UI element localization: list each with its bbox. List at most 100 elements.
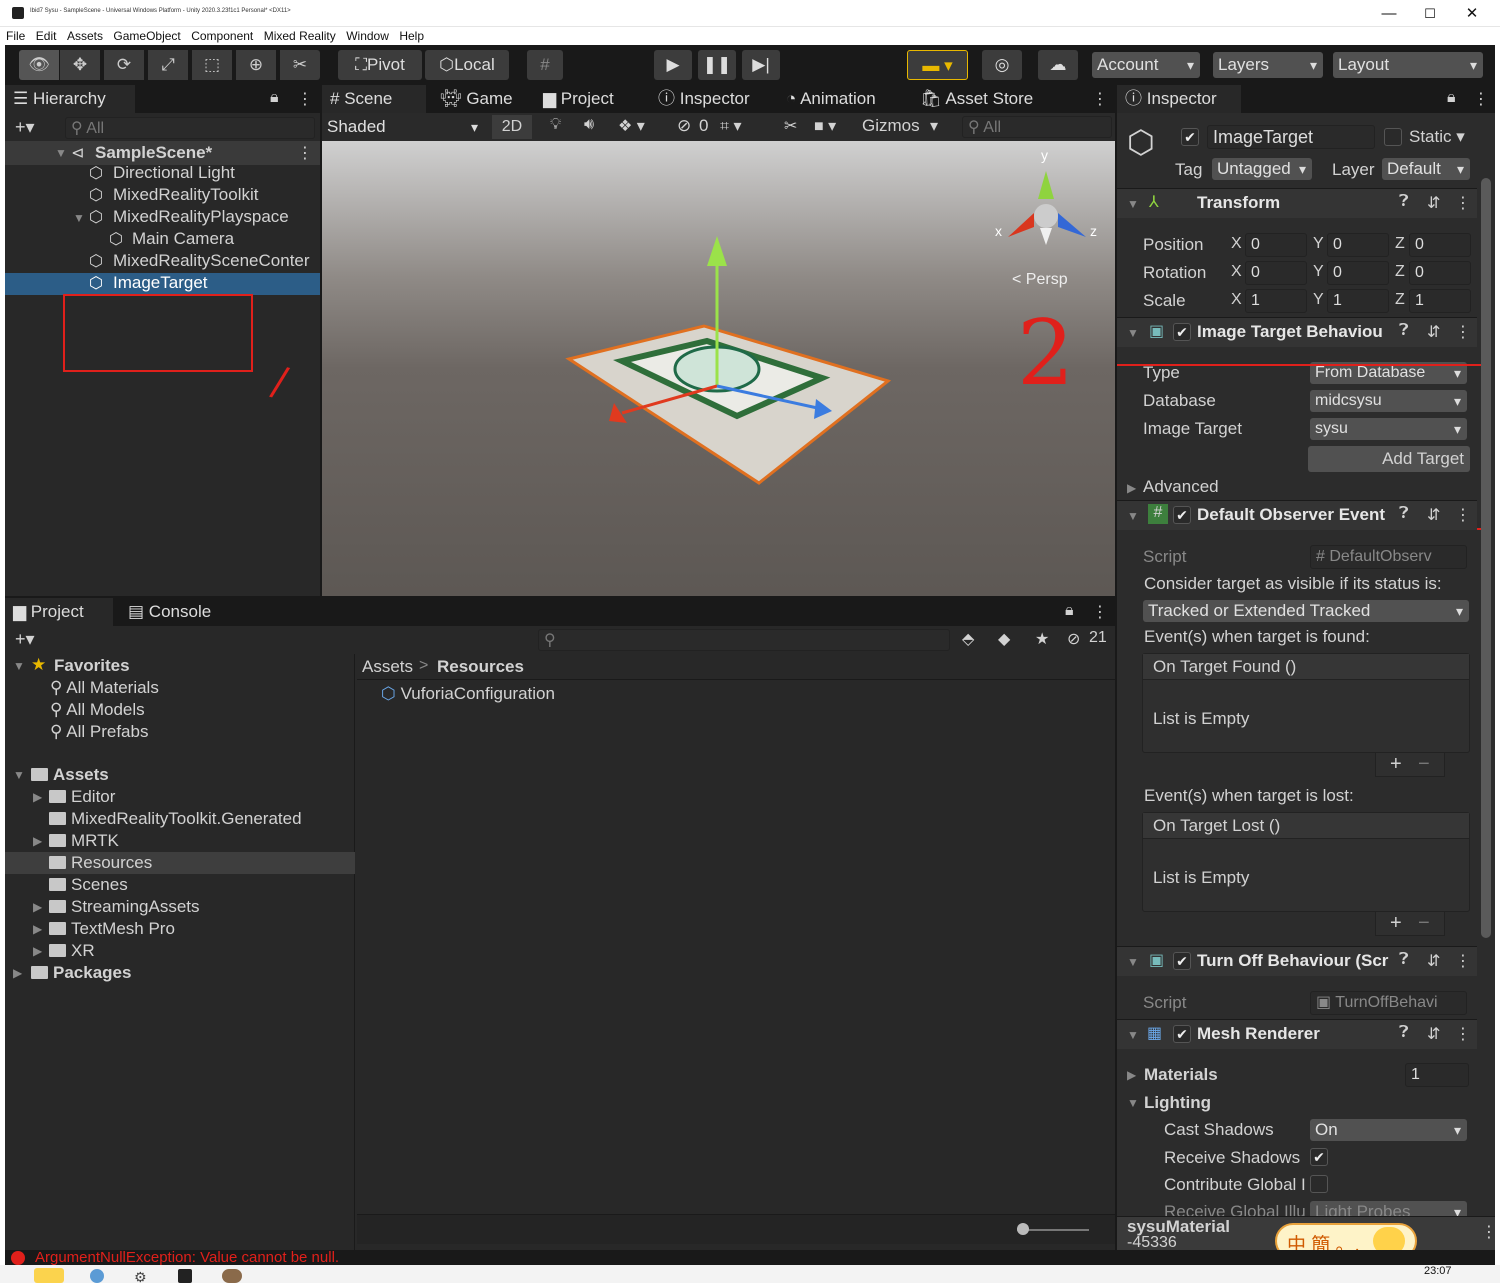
add-event-button[interactable]: + — [1390, 912, 1402, 935]
rect-tool-icon[interactable]: ⬚ — [192, 50, 232, 80]
pause-button[interactable]: ❚❚ — [698, 50, 736, 80]
receive-shadows-checkbox[interactable]: ✔ — [1310, 1148, 1328, 1166]
scene-viewport[interactable]: y x z < Persp 2 — [322, 141, 1115, 596]
component-enabled-checkbox[interactable]: ✔ — [1173, 952, 1191, 970]
help-icon[interactable]: ❓︎ — [1399, 1024, 1409, 1042]
close-button[interactable]: ✕ — [1450, 2, 1494, 26]
collapse-triangle-icon[interactable]: ▶ — [33, 944, 42, 958]
hierarchy-item-selected[interactable]: ⬡ ImageTarget — [5, 273, 320, 295]
help-icon[interactable]: ❓︎ — [1399, 193, 1409, 211]
rotation-y-field[interactable]: 0 — [1327, 261, 1389, 285]
transform-header[interactable]: ▼ ⅄ Transform ❓︎ ⇵ ⋮ — [1117, 188, 1477, 218]
presets-icon[interactable]: ⇵ — [1427, 505, 1440, 525]
pivot-toggle[interactable]: ⛶Pivot — [338, 50, 422, 80]
lighting-foldout[interactable]: Lighting — [1144, 1093, 1211, 1113]
collapse-triangle-icon[interactable]: ▶ — [33, 790, 42, 804]
presets-icon[interactable]: ⇵ — [1427, 193, 1440, 213]
component-more-icon[interactable]: ⋮ — [1455, 1024, 1471, 1044]
scene-more-icon[interactable]: ⋮ — [1092, 89, 1108, 109]
tree-item[interactable]: MRTK — [49, 831, 119, 851]
breadcrumb-assets[interactable]: Assets — [362, 657, 413, 677]
tab-asset-store[interactable]: 🛍︎ Asset Store — [912, 85, 1033, 113]
grid-snap-icon[interactable]: # — [527, 50, 563, 80]
collapse-triangle-icon[interactable]: ▶ — [13, 966, 22, 980]
tree-item-packages[interactable]: Packages — [31, 963, 131, 983]
menu-mixed-reality[interactable]: Mixed Reality — [264, 28, 336, 44]
static-checkbox[interactable] — [1384, 128, 1402, 146]
tree-item-resources[interactable]: Resources — [49, 853, 152, 873]
lock-icon[interactable]: 🔒︎ — [1065, 602, 1074, 620]
transform-tool-icon[interactable]: ⊕ — [236, 50, 276, 80]
tab-project-bottom[interactable]: ▆ Project — [5, 598, 113, 626]
tree-item[interactable]: TextMesh Pro — [49, 919, 175, 939]
tab-console[interactable]: ▤ Console — [120, 598, 211, 626]
status-bar[interactable]: ArgumentNullException: Value cannot be n… — [5, 1250, 1495, 1265]
add-event-button[interactable]: + — [1390, 753, 1402, 776]
lock-icon[interactable]: 🔒︎ — [1447, 89, 1456, 107]
gizmos-arrow-icon[interactable]: ▾ — [930, 116, 938, 136]
expand-triangle-icon[interactable]: ▼ — [13, 659, 25, 673]
scale-z-field[interactable]: 1 — [1409, 289, 1471, 313]
static-dropdown[interactable]: Static ▾ — [1409, 127, 1465, 147]
position-y-field[interactable]: 0 — [1327, 233, 1389, 257]
menu-window[interactable]: Window — [346, 28, 389, 44]
layer-dropdown[interactable]: Default — [1382, 158, 1470, 180]
scale-y-field[interactable]: 1 — [1327, 289, 1389, 313]
help-icon[interactable]: ❓︎ — [1399, 951, 1409, 969]
contribute-gi-checkbox[interactable] — [1310, 1175, 1328, 1193]
expand-triangle-icon[interactable]: ▼ — [73, 211, 85, 225]
collapse-triangle-icon[interactable]: ▶ — [1127, 1068, 1136, 1082]
custom-tool-icon[interactable]: ✂ — [280, 50, 320, 80]
taskbar-unity-icon[interactable] — [178, 1269, 192, 1283]
move-tool-icon[interactable]: ✥ — [60, 50, 100, 80]
tree-item[interactable]: MixedRealityToolkit.Generated — [49, 809, 302, 829]
minimize-button[interactable]: — — [1367, 2, 1411, 26]
tree-item-assets[interactable]: Assets — [31, 765, 109, 785]
help-icon[interactable]: ❓︎ — [1399, 505, 1409, 523]
hierarchy-item[interactable]: ⬡ MixedRealityToolkit — [5, 185, 319, 207]
gameobject-name-field[interactable]: ImageTarget — [1207, 125, 1375, 149]
component-enabled-checkbox[interactable]: ✔ — [1173, 506, 1191, 524]
scale-tool-icon[interactable]: ⤢ — [148, 50, 188, 80]
tree-item[interactable]: StreamingAssets — [49, 897, 200, 917]
hierarchy-item[interactable]: ⬡ MixedRealitySceneConter — [5, 251, 319, 273]
slider-handle[interactable] — [1017, 1223, 1029, 1235]
tree-item[interactable]: ⚲ All Models — [50, 700, 145, 720]
component-more-icon[interactable]: ⋮ — [1455, 951, 1471, 971]
menu-component[interactable]: Component — [191, 28, 253, 44]
remove-event-button[interactable]: − — [1418, 912, 1430, 935]
audio-icon[interactable]: 🔊︎ — [584, 116, 594, 134]
layers-dropdown[interactable]: Layers — [1213, 52, 1323, 78]
view-tool-icon[interactable]: 👁 — [19, 50, 59, 80]
label-icon[interactable]: ◆ — [998, 629, 1010, 649]
shading-dropdown[interactable]: Shaded — [322, 116, 484, 138]
more-icon[interactable]: ⋮ — [297, 89, 313, 109]
component-enabled-checkbox[interactable]: ✔ — [1173, 1025, 1191, 1043]
presets-icon[interactable]: ⇵ — [1427, 1024, 1440, 1044]
project-add-icon[interactable]: +▾ — [15, 629, 35, 650]
turn-off-behaviour-header[interactable]: ▼ ▣ ✔ Turn Off Behaviour (Scr ❓︎ ⇵ ⋮ — [1117, 946, 1477, 976]
tree-item[interactable]: Editor — [49, 787, 115, 807]
rotation-z-field[interactable]: 0 — [1409, 261, 1471, 285]
favorites-label[interactable]: Favorites — [54, 656, 130, 676]
grid-icon[interactable]: ⌗ ▾ — [720, 116, 742, 136]
menu-file[interactable]: File — [6, 28, 25, 44]
component-enabled-checkbox[interactable]: ✔ — [1173, 323, 1191, 341]
image-target-behaviour-header[interactable]: ▼ ▣ ✔ Image Target Behaviou ❓︎ ⇵ ⋮ — [1117, 317, 1477, 347]
account-dropdown[interactable]: Account — [1092, 52, 1200, 78]
2d-toggle[interactable]: 2D — [492, 115, 532, 139]
tab-inspector[interactable]: ⓘ Inspector — [650, 85, 750, 113]
tree-item[interactable]: ⚲ All Materials — [50, 678, 159, 698]
tree-item[interactable]: ⚲ All Prefabs — [50, 722, 148, 742]
position-x-field[interactable]: 0 — [1245, 233, 1307, 257]
tab-project[interactable]: ▆ Project — [535, 85, 614, 113]
step-button[interactable]: ▶| — [742, 50, 780, 80]
taskbar-settings-icon[interactable]: ⚙ — [134, 1269, 147, 1286]
materials-foldout[interactable]: Materials — [1144, 1065, 1218, 1085]
hidden-objects-icon[interactable]: ⊘ — [677, 116, 691, 136]
tree-item[interactable]: XR — [49, 941, 95, 961]
cloud-icon[interactable]: ☁ — [1038, 50, 1078, 80]
scene-row[interactable]: ▼ ⊲ SampleScene* ⋮ — [5, 141, 320, 165]
perspective-label[interactable]: < Persp — [1012, 271, 1068, 289]
tools-icon[interactable]: ✂ — [784, 116, 797, 136]
